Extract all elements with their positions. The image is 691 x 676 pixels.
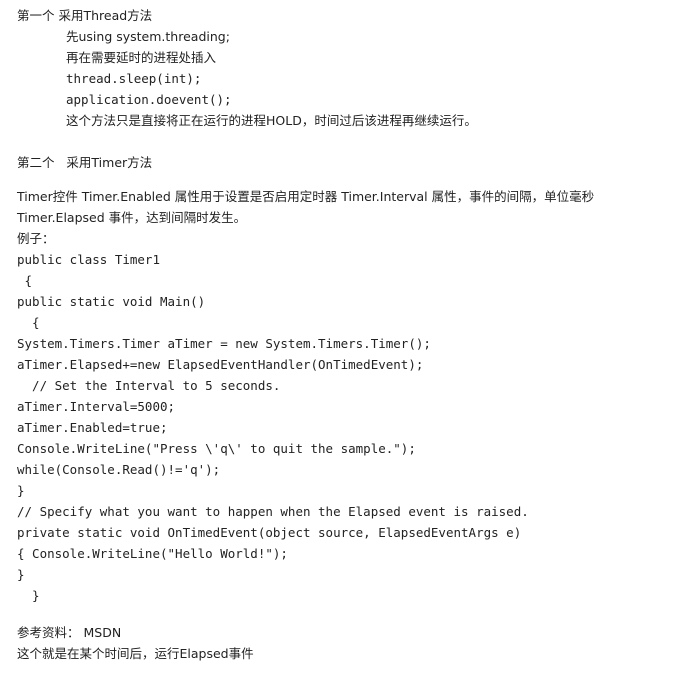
example-label: 例子： xyxy=(17,231,55,246)
code-line: Console.WriteLine("Press \'q\' to quit t… xyxy=(17,441,416,456)
code-line: aTimer.Interval=5000; xyxy=(17,399,176,414)
method1-line-2: 再在需要延时的进程处插入 xyxy=(66,50,217,65)
code-line: public class Timer1 xyxy=(17,252,160,267)
code-line: public static void Main() xyxy=(17,294,206,309)
code-line: private static void OnTimedEvent(object … xyxy=(17,525,522,540)
method2-desc-line-2: Timer.Elapsed 事件，达到间隔时发生。 xyxy=(17,210,247,225)
code-line: } xyxy=(17,567,25,582)
article-body: 第一个 采用Thread方法 先using system.threading; … xyxy=(0,0,691,676)
code-line: } xyxy=(17,483,25,498)
method1-line-4: application.doevent(); xyxy=(66,92,232,107)
code-line: // Set the Interval to 5 seconds. xyxy=(17,378,281,393)
code-line: aTimer.Elapsed+=new ElapsedEventHandler(… xyxy=(17,357,424,372)
method2-heading: 第二个 采用Timer方法 xyxy=(17,155,153,170)
method1-line-5: 这个方法只是直接将正在运行的进程HOLD，时间过后该进程再继续运行。 xyxy=(66,113,477,128)
method1-heading: 第一个 采用Thread方法 xyxy=(17,8,153,23)
code-line: aTimer.Enabled=true; xyxy=(17,420,168,435)
code-line: { Console.WriteLine("Hello World!"); xyxy=(17,546,288,561)
method2-desc-line-1: Timer控件 Timer.Enabled 属性用于设置是否启用定时器 Time… xyxy=(17,189,595,204)
code-line: } xyxy=(17,588,40,603)
code-line: // Specify what you want to happen when … xyxy=(17,504,529,519)
reference-label: 参考资料： MSDN xyxy=(17,625,122,640)
code-line: while(Console.Read()!='q'); xyxy=(17,462,221,477)
code-line: { xyxy=(17,315,40,330)
code-line: System.Timers.Timer aTimer = new System.… xyxy=(17,336,431,351)
reference-summary: 这个就是在某个时间后，运行Elapsed事件 xyxy=(17,646,254,661)
method1-line-3: thread.sleep(int); xyxy=(66,71,202,86)
code-line: { xyxy=(17,273,33,288)
method1-line-1: 先using system.threading; xyxy=(66,29,230,44)
